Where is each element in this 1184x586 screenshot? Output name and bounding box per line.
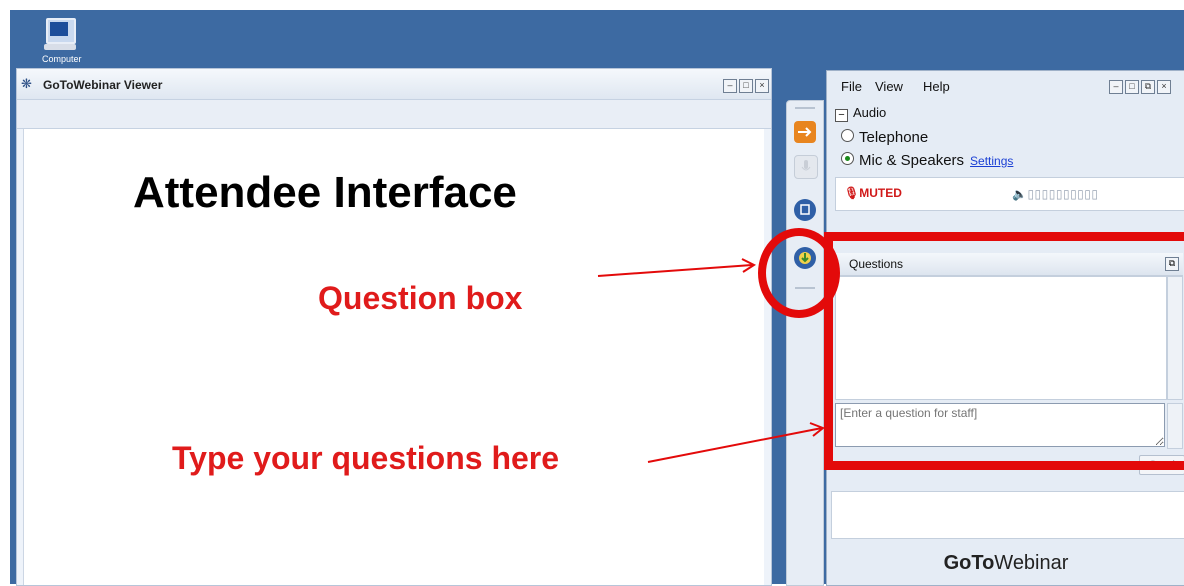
arrow-to-hand-icon	[597, 264, 753, 277]
annotation-arrows	[597, 258, 825, 463]
arrow-to-question-box	[647, 427, 823, 463]
